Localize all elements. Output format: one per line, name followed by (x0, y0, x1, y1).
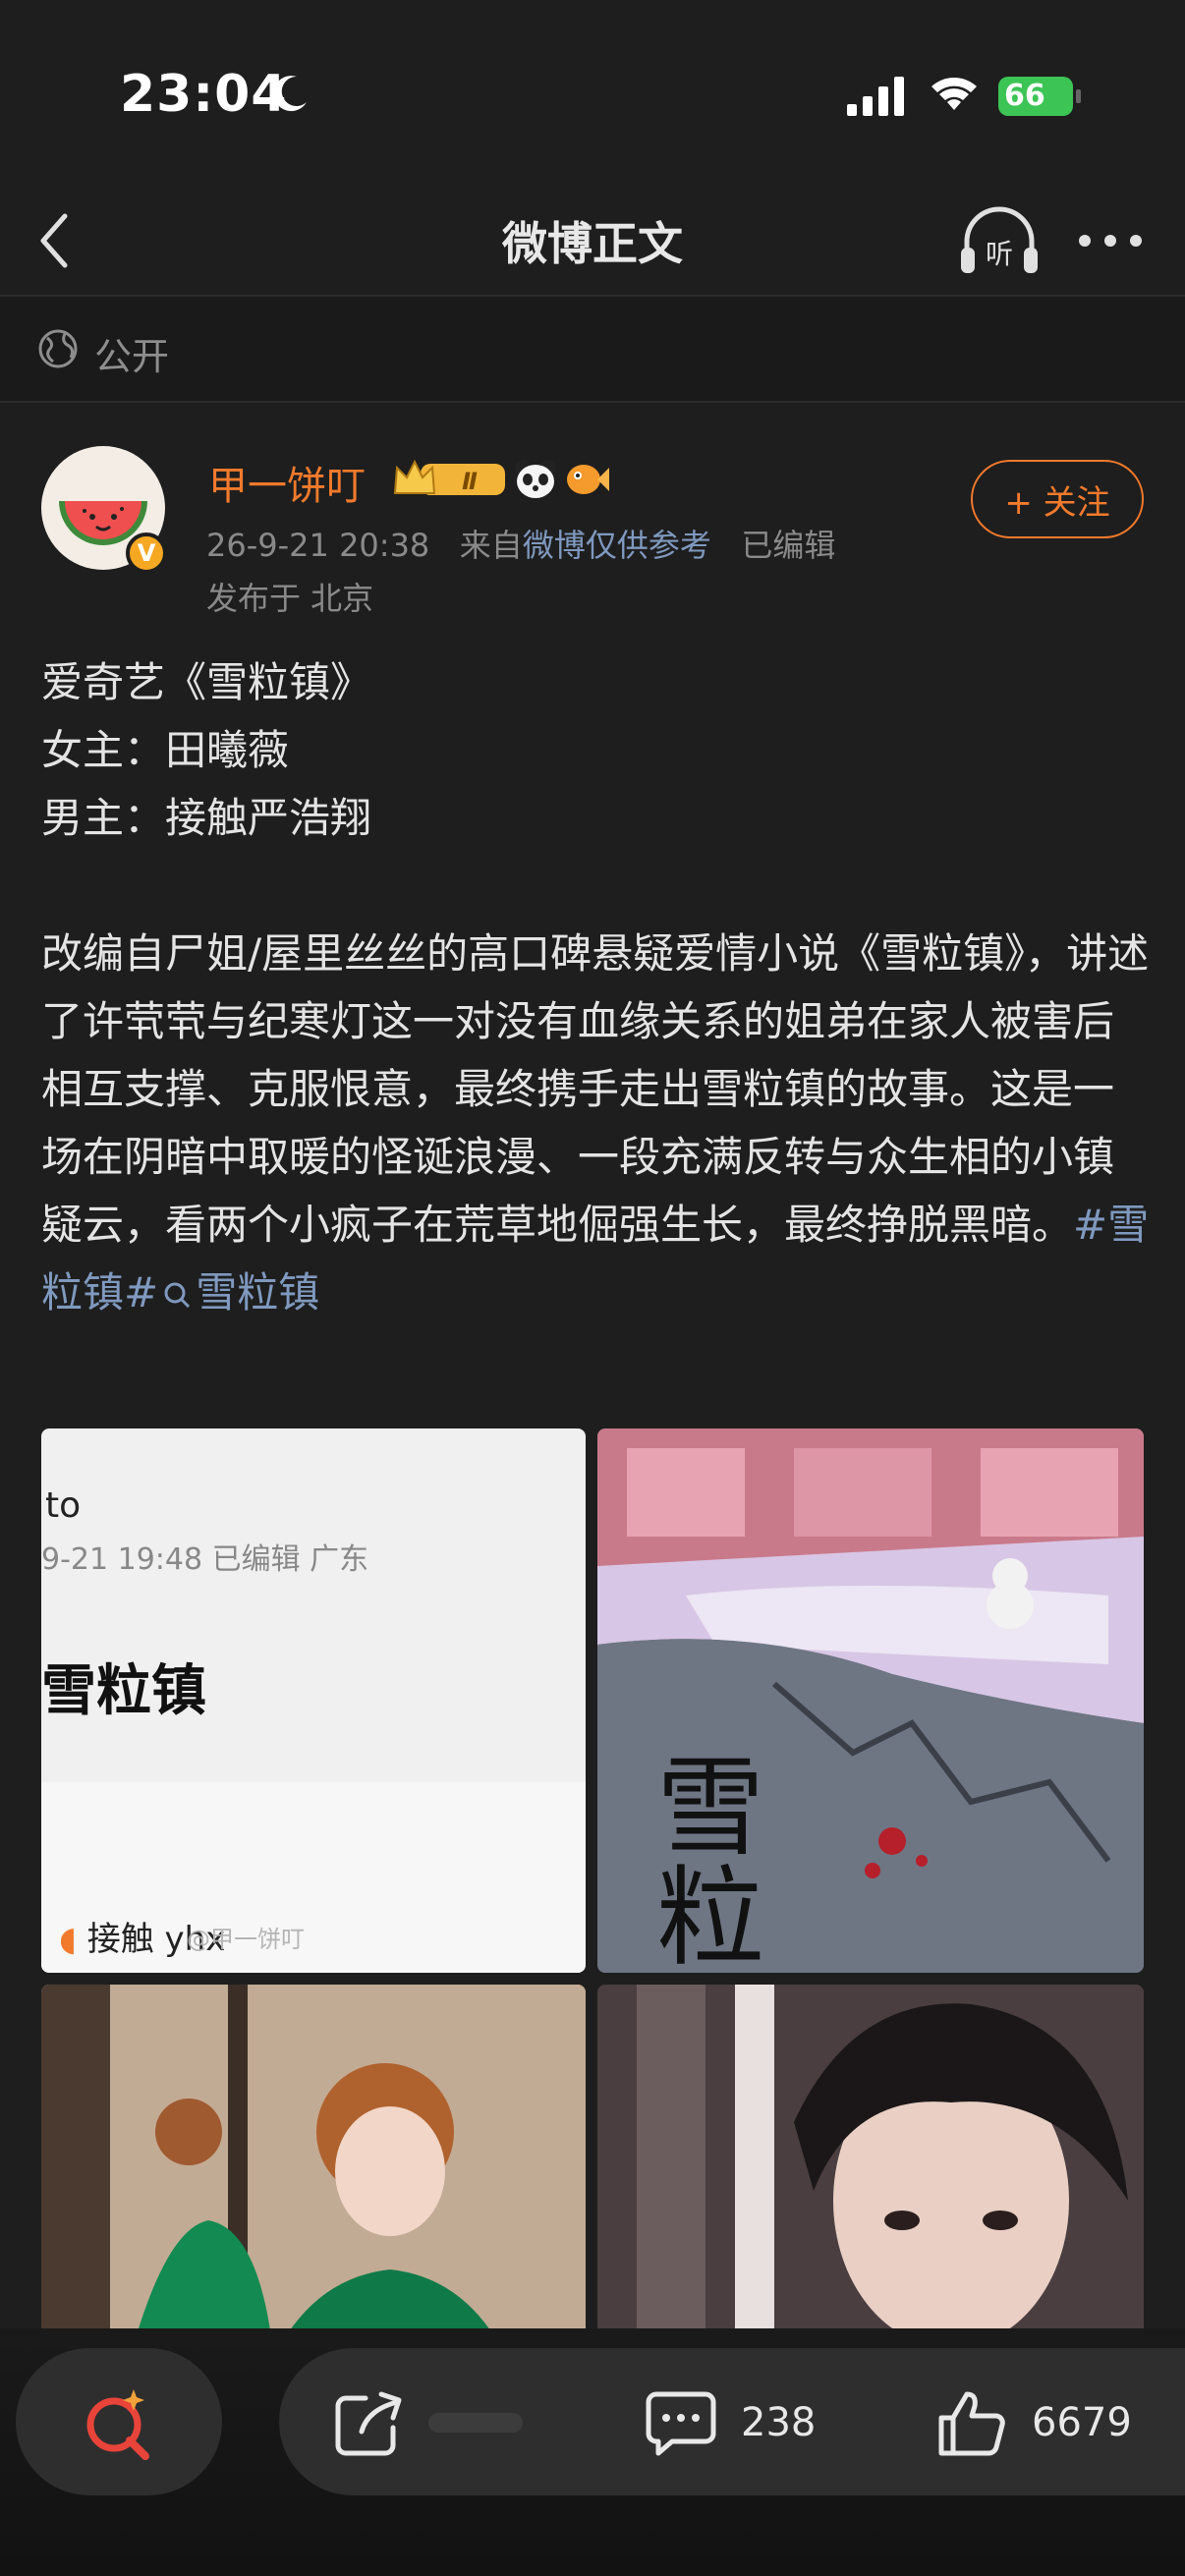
source-prefix: 来自 (459, 527, 523, 564)
screenshot-text: to (45, 1485, 82, 1526)
visibility-row: 公开 (0, 297, 1185, 401)
cellular-signal-icon (847, 77, 904, 116)
like-count: 6679 (1032, 2400, 1132, 2445)
more-dots-icon[interactable] (1071, 216, 1150, 265)
post-image-2[interactable]: 雪粒镇 (597, 1428, 1144, 1973)
screenshot-title: 雪粒镇 (41, 1659, 206, 1723)
listen-headphones-icon[interactable]: 听 (955, 198, 1044, 283)
post-location: 发布于 北京 (206, 580, 374, 617)
nav-bar: 微博正文 听 (0, 187, 1185, 295)
post-line: 女主：田曦薇 (41, 726, 290, 774)
comment-button[interactable]: 238 (645, 2391, 817, 2456)
moon-icon (273, 76, 307, 112)
svg-text:听: 听 (986, 238, 1013, 270)
battery-charging-icon: 66 (998, 77, 1081, 116)
panda-emoji-icon (515, 460, 556, 498)
wifi-icon (931, 78, 977, 110)
comment-icon (646, 2391, 716, 2456)
post-timestamp: 26-9-21 20:38 (206, 527, 430, 564)
ai-search-icon (86, 2389, 149, 2460)
post-content: 爱奇艺《雪粒镇》 女主：田曦薇 男主：接触严浩翔 改编自尸姐/屋里丝丝的高口碑悬… (41, 648, 1152, 1326)
search-link-text: 雪粒镇 (196, 1268, 320, 1316)
post-body: 改编自尸姐/屋里丝丝的高口碑悬疑爱情小说《雪粒镇》，讲述了许茕茕与纪寒灯这一对没… (41, 920, 1152, 1326)
action-bar: 238 6679 (279, 2348, 1185, 2495)
post-line: 男主：接触严浩翔 (41, 794, 372, 842)
poster-title: 雪粒镇 (656, 1745, 764, 1973)
level-badge-text: Ⅱ (462, 468, 478, 495)
search-link[interactable]: 雪粒镇 (158, 1268, 319, 1316)
post-line: 爱奇艺《雪粒镇》 (41, 658, 372, 706)
verified-badge: V (126, 532, 167, 574)
fish-emoji-icon (567, 465, 609, 494)
battery-level: 66 (1004, 79, 1045, 113)
like-button[interactable]: 6679 (935, 2391, 1132, 2456)
post-meta: 26-9-21 20:38 来自微博仅供参考 已编辑 (206, 521, 835, 566)
divider (0, 401, 1185, 403)
globe-icon (38, 329, 78, 368)
visibility-label: 公开 (94, 335, 170, 378)
search-link-icon (164, 1282, 191, 1309)
status-bar: 23:04 66 (0, 0, 1185, 187)
comment-count: 238 (741, 2400, 817, 2445)
status-time: 23:04 (120, 65, 288, 124)
post-image-1[interactable]: to 9-21 19:48 已编辑 广东 雪粒镇 ◖ 接触 yhx @甲一饼叮 (41, 1428, 586, 1973)
level-crown-badge-icon[interactable]: Ⅱ (391, 454, 507, 503)
image-watermark: @甲一饼叮 (187, 1926, 305, 1953)
screenshot-meta: 9-21 19:48 已编辑 广东 (41, 1542, 369, 1577)
ai-search-button[interactable] (16, 2348, 222, 2495)
post-body-text: 改编自尸姐/屋里丝丝的高口碑悬疑爱情小说《雪粒镇》，讲述了许茕茕与纪寒灯这一对没… (41, 929, 1150, 1249)
share-count-blurred (428, 2413, 523, 2433)
thumbs-up-icon (938, 2391, 1005, 2456)
share-icon (335, 2391, 402, 2456)
follow-button[interactable]: + 关注 (971, 460, 1144, 538)
post-source-link[interactable]: 微博仅供参考 (523, 527, 711, 564)
author-name[interactable]: 甲一饼叮 (208, 454, 366, 511)
edited-label[interactable]: 已编辑 (741, 527, 835, 564)
share-button[interactable] (332, 2391, 523, 2456)
